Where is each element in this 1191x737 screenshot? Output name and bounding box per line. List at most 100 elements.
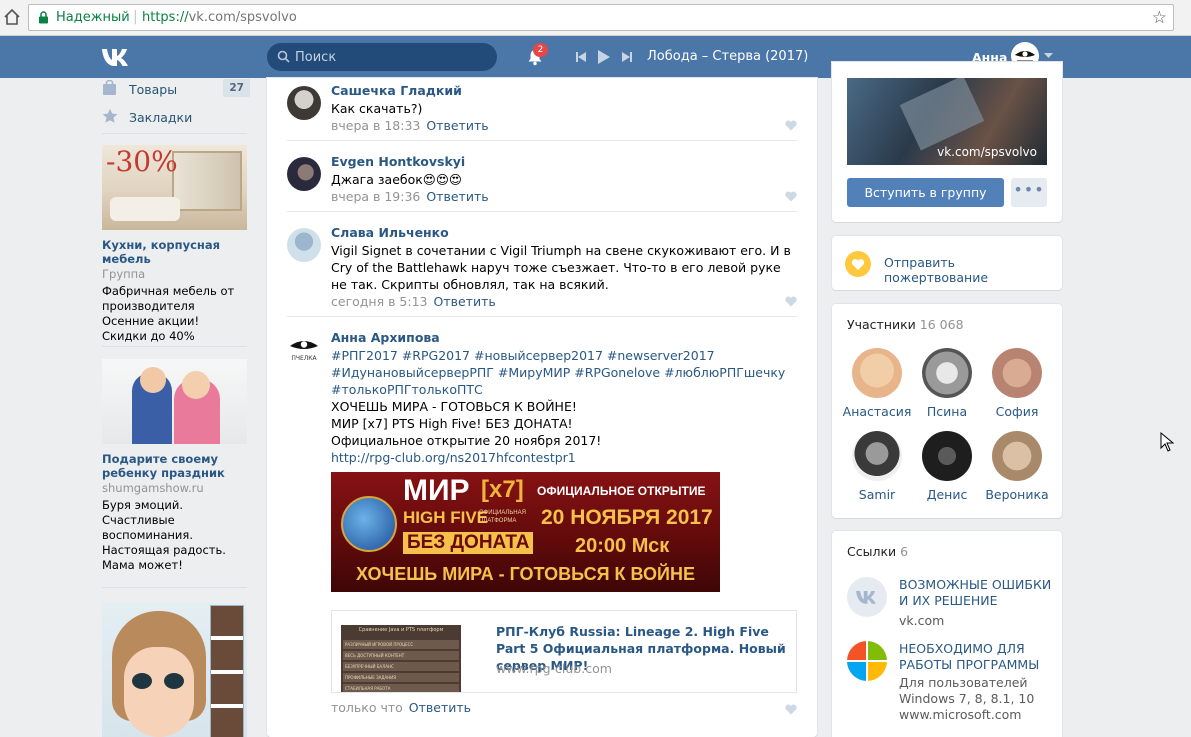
comment-time[interactable]: сегодня в 5:13 — [331, 294, 428, 309]
ad-title[interactable]: Подарите своему ребенку праздник — [102, 452, 247, 480]
heart-icon[interactable] — [785, 296, 797, 307]
comment-author[interactable]: Слава Ильченко — [331, 225, 449, 240]
vk-logo-icon[interactable] — [101, 46, 137, 68]
links-count: 6 — [900, 544, 909, 559]
member[interactable]: Денис — [910, 431, 984, 502]
search-input[interactable] — [295, 47, 485, 67]
ad-title[interactable]: Кухни, корпусная мебель — [102, 238, 247, 266]
url-text[interactable]: https://vk.com/spsvolvo — [142, 10, 297, 25]
ad-thumbnail-strip — [210, 605, 244, 737]
link-title[interactable]: ВОЗМОЖНЫЕ ОШИБКИ И ИХ РЕШЕНИЕ — [899, 577, 1059, 609]
ad-avatar-game[interactable] — [102, 603, 247, 737]
ad-furniture[interactable]: -30% Кухни, корпусная мебель Группа Фабр… — [102, 145, 247, 344]
next-track-icon[interactable] — [622, 52, 632, 62]
ad-kids-party[interactable]: Подарите своему ребенку праздник shumgam… — [102, 359, 247, 573]
sidebar-item-label: Закладки — [129, 110, 193, 125]
play-icon[interactable] — [598, 50, 610, 64]
comment-author[interactable]: Evgen Hontkovskyi — [331, 154, 465, 169]
member[interactable]: Samir — [840, 431, 914, 502]
comment-time[interactable]: вчера в 19:36 — [331, 189, 420, 204]
member[interactable]: Анастасия — [840, 348, 914, 419]
group-cover-image[interactable]: vk.com/spsvolvo — [847, 78, 1047, 165]
members-title[interactable]: Участники 16 068 — [847, 317, 964, 332]
vk-logo-icon — [847, 577, 887, 617]
more-actions-button[interactable]: ••• — [1011, 178, 1047, 207]
reply-button[interactable]: Ответить — [409, 700, 471, 715]
comment-avatar[interactable] — [287, 228, 321, 262]
link-title[interactable]: НЕОБХОДИМО ДЛЯ РАБОТЫ ПРОГРАММЫ — [899, 641, 1059, 673]
previous-track-icon[interactable] — [576, 52, 586, 62]
windows-logo-icon — [847, 641, 887, 681]
join-group-button[interactable]: Вступить в группу — [847, 178, 1004, 207]
thumb-row: РАЗЛИЧНЫЙ ИГРОВОЙ ПРОЦЕСС — [343, 640, 459, 649]
sidebar-item-goods[interactable]: Товары 27 — [102, 78, 250, 102]
member-avatar[interactable] — [922, 348, 972, 398]
reply-button[interactable]: Ответить — [426, 189, 488, 204]
member-avatar[interactable] — [992, 431, 1042, 481]
reply-button[interactable]: Ответить — [426, 118, 488, 133]
ad-figure-shape — [140, 367, 166, 393]
sidebar-item-bookmarks[interactable]: Закладки — [102, 106, 250, 130]
ad-subtitle[interactable]: shumgamshow.ru — [102, 480, 247, 496]
link-preview-card[interactable]: Сравнение Java и PTS платформ РАЗЛИЧНЫЙ … — [331, 610, 797, 693]
thumb-header: Сравнение Java и PTS платформ — [358, 627, 444, 633]
donate-block[interactable]: Отправить пожертвование — [832, 236, 1062, 290]
link-thumbnail[interactable]: Сравнение Java и PTS платформ РАЗЛИЧНЫЙ … — [341, 625, 461, 692]
ad-sofa-shape — [110, 197, 180, 221]
comment-avatar[interactable]: ПЧЕЛКА — [287, 333, 321, 367]
star-icon[interactable]: ☆ — [1152, 8, 1167, 28]
ad-image[interactable] — [102, 603, 247, 737]
goods-count-badge: 27 — [223, 79, 250, 97]
comment-author[interactable]: Сашечка Гладкий — [331, 83, 462, 98]
comment-avatar[interactable] — [287, 86, 321, 120]
member-name[interactable]: Samir — [840, 487, 914, 502]
member-name[interactable]: Анастасия — [840, 404, 914, 419]
member-avatar[interactable] — [992, 348, 1042, 398]
heart-icon[interactable] — [785, 191, 797, 202]
ad-doll-face-shape — [124, 647, 194, 737]
banner-date: 20 НОЯБРЯ 2017 — [541, 506, 713, 529]
donate-label[interactable]: Отправить пожертвование — [884, 255, 1062, 285]
link-item[interactable]: ВОЗМОЖНЫЕ ОШИБКИ И ИХ РЕШЕНИЕ vk.com — [847, 577, 1059, 628]
post-banner-image[interactable]: МИР [x7] HIGH FIVE ОФИЦИАЛЬНАЯ ПЛАТФОРМА… — [331, 472, 720, 592]
link-domain[interactable]: www.rpg-club.com — [496, 661, 612, 676]
address-bar[interactable]: Надежный | https://vk.com/spsvolvo ☆ — [28, 4, 1174, 31]
heart-coin-icon — [845, 251, 871, 277]
links-title[interactable]: Ссылки 6 — [847, 544, 908, 559]
home-icon[interactable] — [2, 7, 22, 27]
member-avatar[interactable] — [852, 348, 902, 398]
url-path: /spsvolvo — [235, 10, 297, 25]
member-name[interactable]: Вероника — [980, 487, 1054, 502]
ad-image[interactable] — [102, 359, 247, 444]
member[interactable]: Псина — [910, 348, 984, 419]
links-block: Ссылки 6 ВОЗМОЖНЫЕ ОШИБКИ И ИХ РЕШЕНИЕ vk… — [832, 531, 1062, 737]
heart-icon[interactable] — [785, 704, 797, 715]
thumb-row: ВЕСЬ ДОСТУПНЫЙ КОНТЕНТ — [343, 651, 459, 660]
reply-button[interactable]: Ответить — [434, 294, 496, 309]
heart-icon[interactable] — [785, 120, 797, 131]
member[interactable]: Вероника — [980, 431, 1054, 502]
post-link[interactable]: http://rpg-club.org/ns2017hfcontestpr1 — [331, 449, 797, 466]
ad-figure-shape — [182, 371, 210, 399]
thumb-row: СТАБИЛЬНАЯ РАБОТА — [343, 684, 459, 692]
now-playing-track[interactable]: Лобода – Стерва (2017) — [647, 49, 808, 64]
sidebar-divider — [102, 346, 247, 347]
chevron-down-icon[interactable] — [1044, 53, 1053, 59]
comment-time[interactable]: только что — [331, 700, 403, 715]
link-item[interactable]: НЕОБХОДИМО ДЛЯ РАБОТЫ ПРОГРАММЫ Для поль… — [847, 641, 1059, 722]
comment-avatar[interactable] — [287, 157, 321, 191]
member-name[interactable]: Денис — [910, 487, 984, 502]
member-avatar[interactable] — [852, 431, 902, 481]
member-name[interactable]: София — [980, 404, 1054, 419]
comment-meta: только что Ответить — [331, 700, 471, 715]
member[interactable]: София — [980, 348, 1054, 419]
member-avatar[interactable] — [922, 431, 972, 481]
search-box[interactable] — [267, 43, 497, 71]
comment-time[interactable]: вчера в 18:33 — [331, 118, 420, 133]
ad-image[interactable]: -30% — [102, 145, 247, 230]
comment-author[interactable]: Анна Архипова — [331, 330, 440, 345]
post-hashtags[interactable]: #РПГ2017 #RPG2017 #новыйсервер2017 #news… — [331, 347, 797, 398]
thumb-row: БЕЗУПРЕЧНЫЙ БАЛАНС — [343, 662, 459, 671]
banner-slogan: ХОЧЕШЬ МИРА - ГОТОВЬСЯ К ВОЙНЕ — [356, 564, 695, 584]
member-name[interactable]: Псина — [910, 404, 984, 419]
